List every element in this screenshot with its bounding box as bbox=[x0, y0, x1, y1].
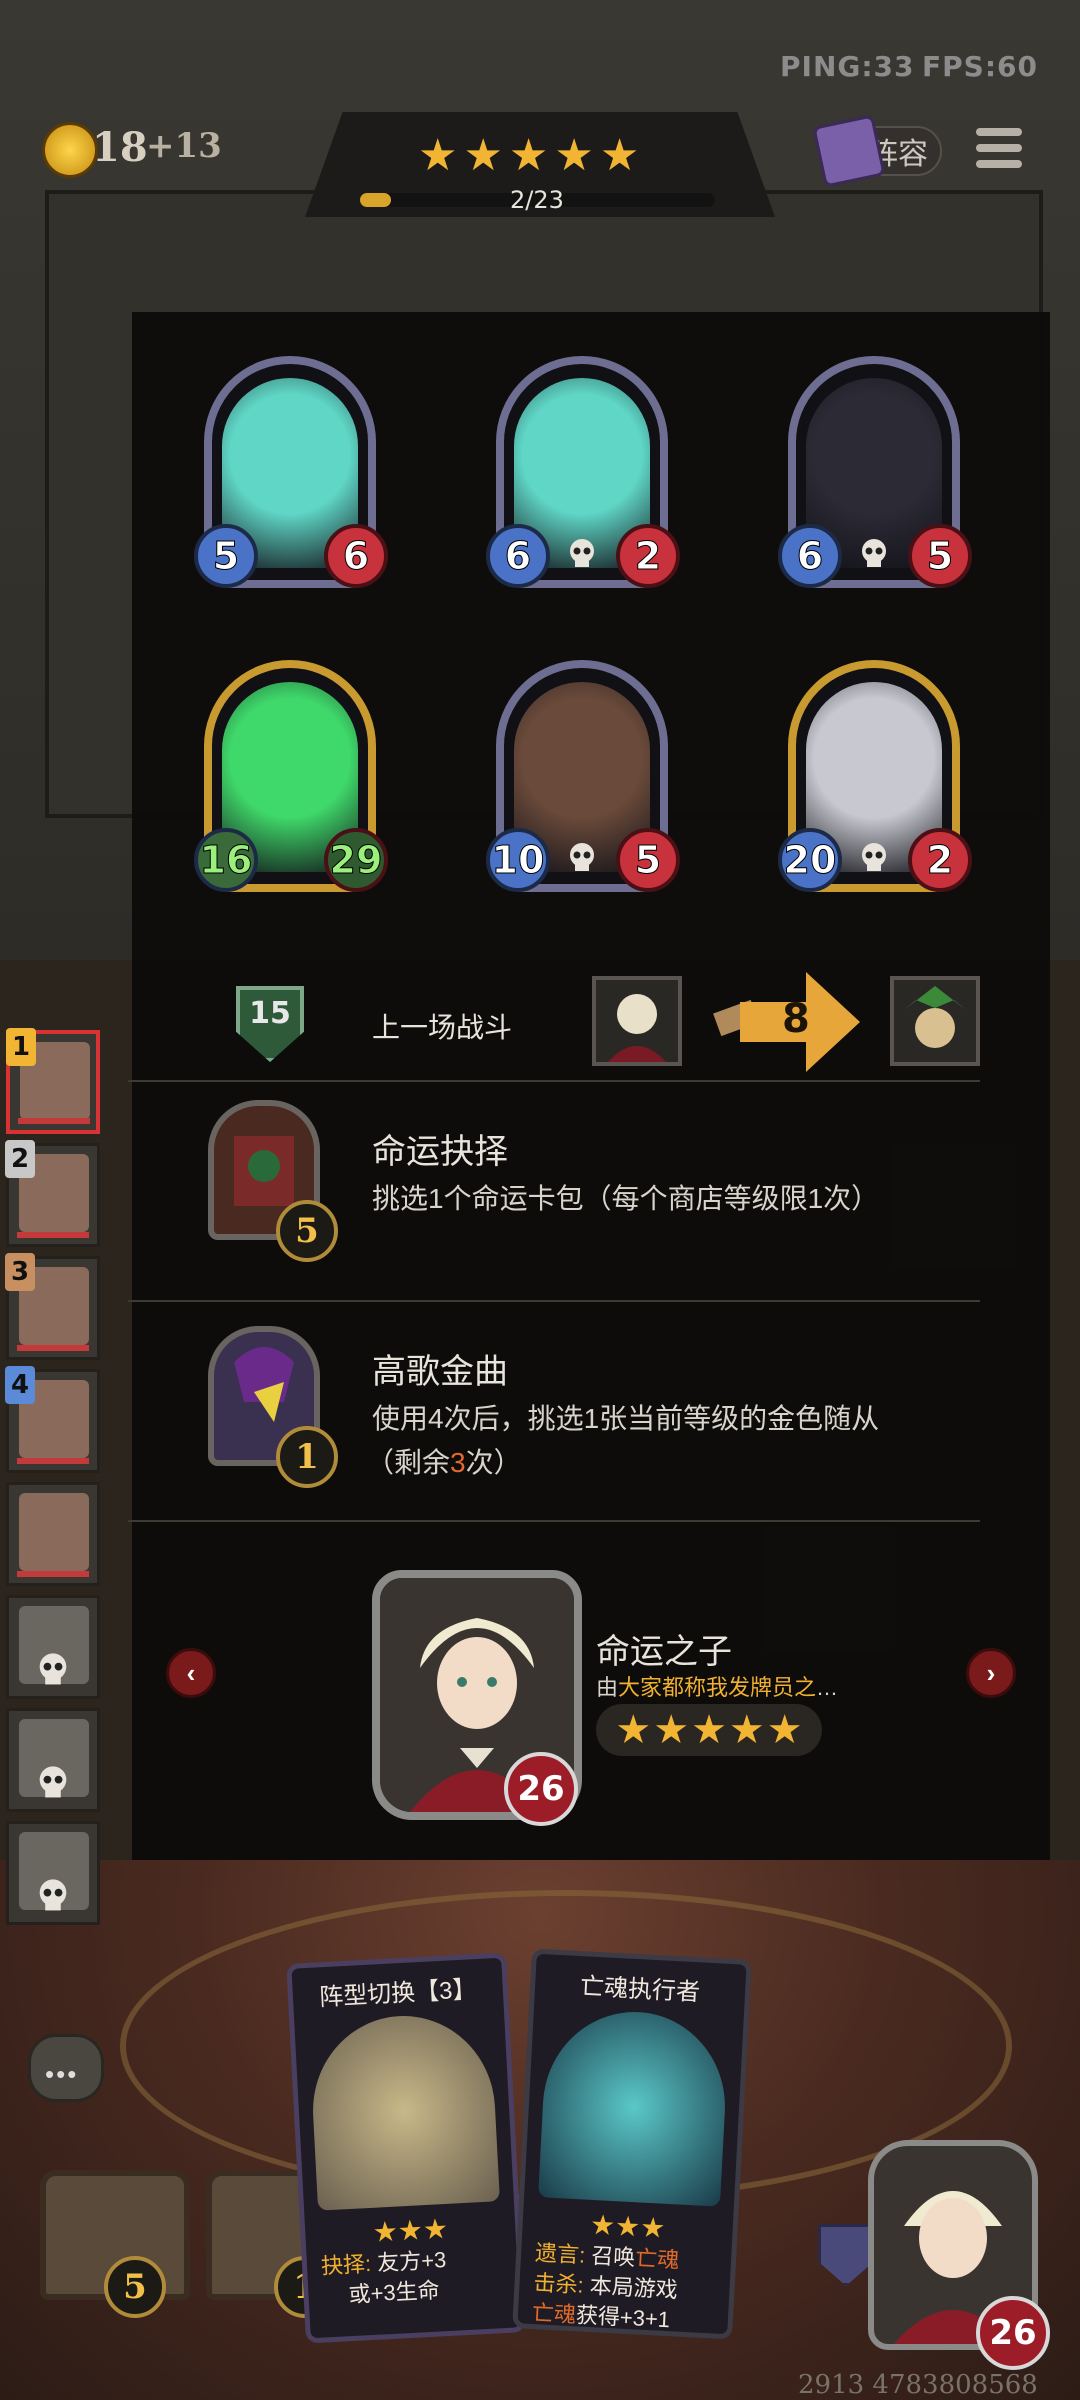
last-battle-label: 上一场战斗 bbox=[372, 1012, 513, 1043]
divider bbox=[128, 1080, 980, 1082]
hero-name: 命运之子 bbox=[596, 1633, 732, 1671]
player-slot[interactable]: 2 bbox=[5, 1140, 100, 1247]
star-icon: ★ bbox=[508, 131, 549, 180]
hero-health: 26 bbox=[504, 1752, 578, 1826]
star-icon: ★ bbox=[766, 1708, 803, 1752]
book-icon bbox=[812, 114, 886, 188]
player-health: 26 bbox=[976, 2296, 1050, 2370]
tavern-progress-fill bbox=[360, 193, 391, 207]
star-icon: ★ bbox=[418, 131, 458, 180]
tavern-progress-text: 2/23 bbox=[510, 186, 564, 214]
unit-health: 5 bbox=[616, 828, 680, 892]
unit-card[interactable]: 16 29 bbox=[194, 660, 388, 900]
fate-choice-cost: 5 bbox=[276, 1200, 338, 1262]
unit-card[interactable]: 10 5 bbox=[486, 660, 680, 900]
tavern-stars: ★ ★ ★ ★ ★ bbox=[418, 134, 639, 178]
skull-icon bbox=[33, 1650, 73, 1690]
player-health-bar bbox=[17, 1458, 89, 1464]
remaining-count: 3 bbox=[450, 1447, 466, 1478]
skull-icon bbox=[564, 536, 600, 572]
hero-stars: ★ ★ ★ ★ ★ bbox=[596, 1704, 822, 1756]
player-rank: 3 bbox=[5, 1253, 35, 1291]
unit-health: 29 bbox=[324, 828, 388, 892]
player-rank: 2 bbox=[5, 1140, 35, 1178]
divider bbox=[128, 1520, 980, 1522]
gold-amount: 18 bbox=[92, 124, 148, 171]
star-icon: ★ bbox=[691, 1708, 727, 1752]
card-title: 阵型切换【3】 bbox=[318, 1976, 478, 2012]
player-slot[interactable]: 3 bbox=[5, 1253, 100, 1360]
star-icon: ★ bbox=[554, 131, 594, 180]
hero-desc: 由大家都称我发牌员之… bbox=[596, 1675, 839, 1700]
last-battle-damage: 8 bbox=[782, 996, 810, 1042]
player-health-bar bbox=[18, 1118, 90, 1124]
hand-card-formation[interactable]: 阵型切换【3】 ★★★ 抉择: 友方+3 或+3生命 bbox=[286, 1952, 526, 2344]
skull-icon bbox=[33, 1876, 73, 1916]
unit-health: 5 bbox=[908, 524, 972, 588]
unit-health: 6 bbox=[324, 524, 388, 588]
player-rank: 4 bbox=[5, 1366, 35, 1404]
player-health-bar bbox=[17, 1345, 89, 1351]
unit-card[interactable]: 56 bbox=[194, 356, 388, 596]
player-sidebar: 1 2 3 4 bbox=[0, 1028, 106, 1925]
skull-icon bbox=[856, 536, 892, 572]
golden-song-desc: 使用4次后，挑选1张当前等级的金色随从 bbox=[372, 1403, 880, 1434]
player-slot[interactable] bbox=[6, 1482, 100, 1586]
own-hero-portrait[interactable] bbox=[592, 976, 682, 1066]
unit-attack: 6 bbox=[486, 524, 550, 588]
fps-readout: FPS:60 bbox=[922, 50, 1038, 83]
unit-grid: 5 6 6 2 6 5 16 29 10 5 20 2 bbox=[194, 356, 1000, 916]
golden-song-cost: 1 bbox=[276, 1426, 338, 1488]
menu-icon[interactable] bbox=[976, 128, 1022, 176]
card-art bbox=[308, 2011, 500, 2211]
fate-choice-title: 命运抉择 bbox=[372, 1133, 508, 1171]
star-icon: ★ bbox=[599, 131, 640, 180]
chat-icon[interactable]: ••• bbox=[28, 2034, 104, 2102]
chest-left-count: 5 bbox=[104, 2256, 166, 2318]
gold-income: +13 bbox=[146, 126, 222, 166]
fate-choice-desc: 挑选1个命运卡包（每个商店等级限1次） bbox=[372, 1183, 880, 1214]
hand-card-soul-executor[interactable]: 亡魂执行者 ★★★ 遗言: 召唤亡魂 击杀: 本局游戏 亡魂获得+3+1 bbox=[512, 1948, 752, 2340]
player-health-bar bbox=[17, 1571, 89, 1577]
unit-attack: 5 bbox=[194, 524, 258, 588]
divider bbox=[128, 1300, 980, 1302]
player-slot[interactable] bbox=[6, 1595, 100, 1699]
gold-coin-icon bbox=[42, 122, 98, 178]
chevron-right-icon[interactable]: › bbox=[966, 1648, 1016, 1698]
last-battle-rank: 15 bbox=[249, 996, 291, 1031]
card-art bbox=[538, 2007, 730, 2207]
star-icon: ★ bbox=[463, 131, 503, 180]
unit-card[interactable]: 62 bbox=[486, 356, 680, 596]
unit-health: 2 bbox=[616, 524, 680, 588]
unit-attack: 16 bbox=[194, 828, 258, 892]
player-slot[interactable]: 1 bbox=[6, 1028, 100, 1134]
skull-icon bbox=[564, 840, 600, 876]
golden-song-remaining: （剩余3次） bbox=[366, 1447, 522, 1478]
footer-id: 2913 4783808568 bbox=[798, 2370, 1038, 2400]
player-rank: 1 bbox=[6, 1028, 36, 1066]
unit-attack: 20 bbox=[778, 828, 842, 892]
opponent-hero-portrait[interactable] bbox=[890, 976, 980, 1066]
card-title: 亡魂执行者 bbox=[579, 1973, 701, 2007]
star-icon: ★ bbox=[728, 1708, 765, 1752]
player-health-bar bbox=[17, 1232, 89, 1238]
player-slot[interactable] bbox=[6, 1821, 100, 1925]
golden-song-title: 高歌金曲 bbox=[372, 1353, 508, 1391]
skull-icon bbox=[33, 1763, 73, 1803]
player-slot[interactable]: 4 bbox=[5, 1366, 100, 1473]
unit-card[interactable]: 20 2 bbox=[778, 660, 972, 900]
player-slot[interactable] bbox=[6, 1708, 100, 1812]
unit-attack: 10 bbox=[486, 828, 550, 892]
chevron-left-icon[interactable]: ‹ bbox=[166, 1648, 216, 1698]
ping-readout: PING:33 bbox=[780, 50, 915, 83]
unit-card[interactable]: 65 bbox=[778, 356, 972, 596]
skull-icon bbox=[856, 840, 892, 876]
unit-health: 2 bbox=[908, 828, 972, 892]
unit-attack: 6 bbox=[778, 524, 842, 588]
player-avatar bbox=[19, 1493, 89, 1571]
star-icon: ★ bbox=[653, 1708, 690, 1752]
star-icon: ★ bbox=[615, 1708, 652, 1752]
